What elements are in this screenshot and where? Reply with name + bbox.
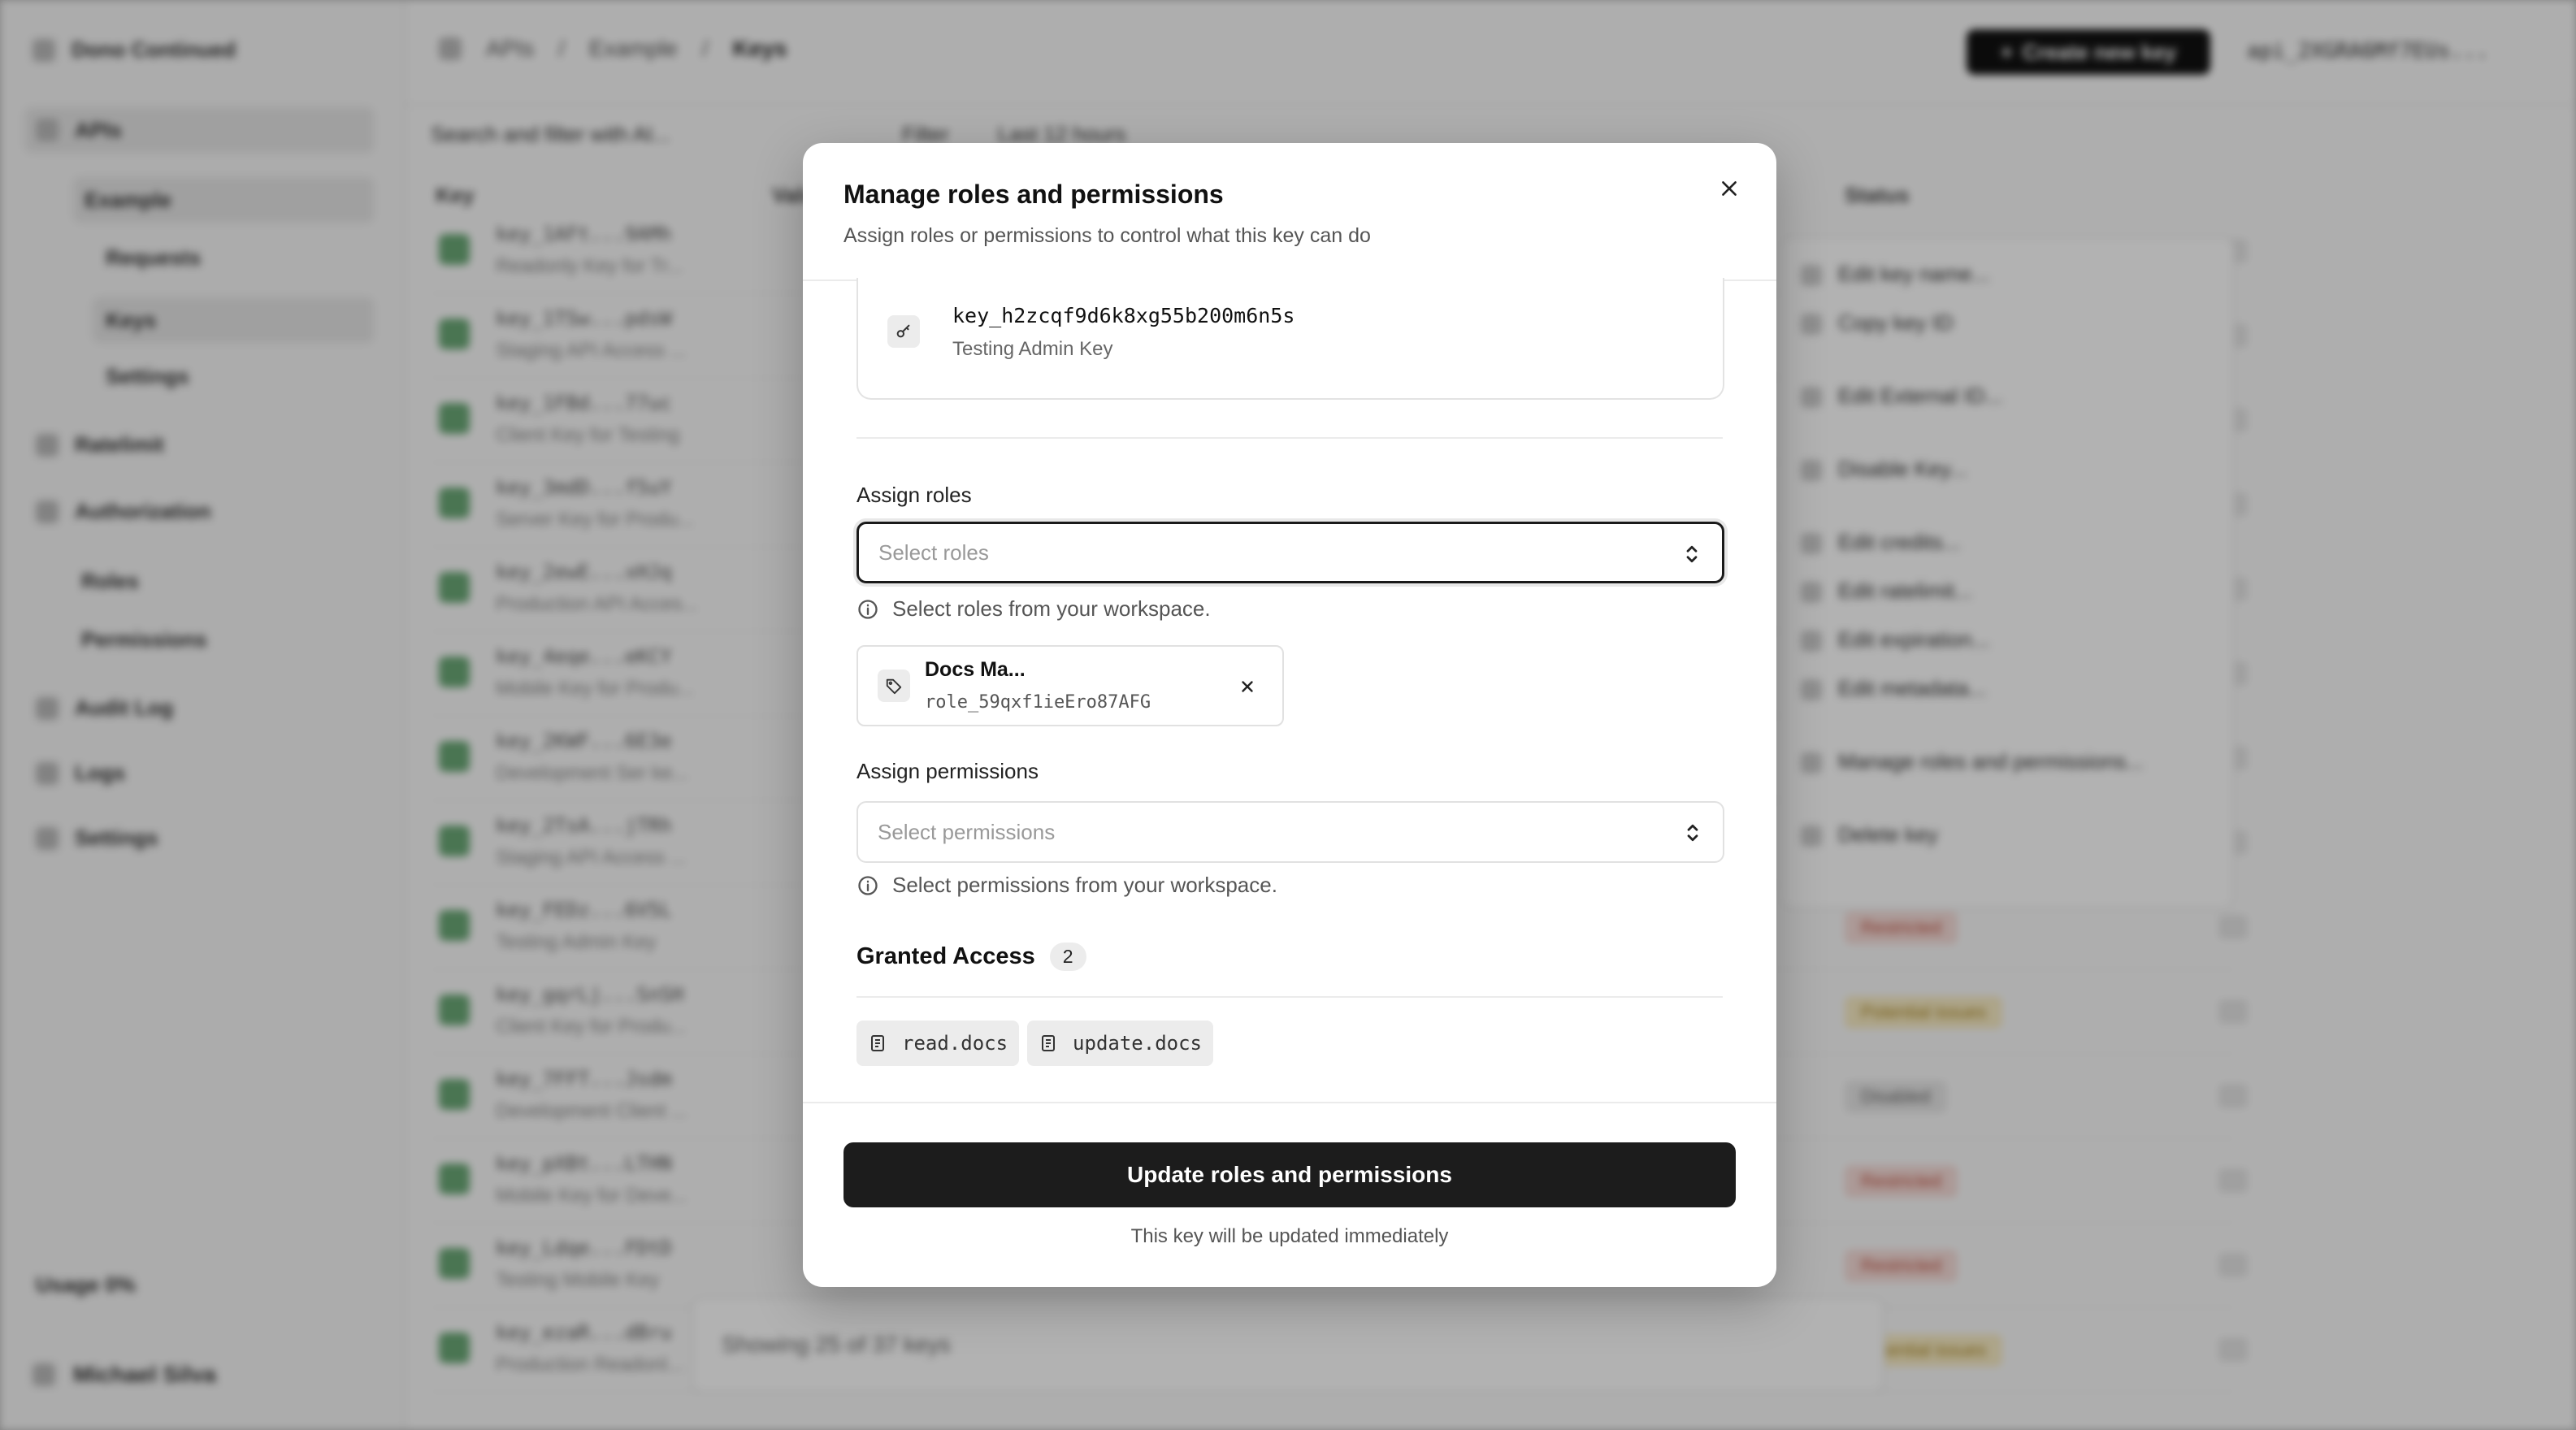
role-name: Docs Ma... (925, 658, 1026, 681)
chevron-up-down-icon (1687, 824, 1698, 842)
selected-role-chip: Docs Ma... role_59qxf1ieEro87AFG (856, 645, 1284, 726)
granted-permissions-list: read.docs update.docs (856, 1020, 1213, 1066)
granted-access-count: 2 (1049, 942, 1086, 971)
roles-select[interactable]: Select roles (856, 522, 1724, 583)
roles-select-placeholder: Select roles (878, 540, 989, 565)
granted-divider (856, 996, 1723, 998)
roles-hint: Select roles from your workspace. (856, 596, 1211, 622)
permission-chip: read.docs (856, 1020, 1020, 1066)
key-name: Testing Admin Key (952, 338, 1113, 360)
dialog-title: Manage roles and permissions (843, 180, 1224, 209)
update-footnote: This key will be updated immediately (1130, 1225, 1449, 1247)
permissions-select-placeholder: Select permissions (878, 819, 1056, 844)
dialog-footer: Update roles and permissions This key wi… (803, 1102, 1776, 1287)
dialog-subtitle: Assign roles or permissions to control w… (843, 224, 1371, 247)
permissions-hint: Select permissions from your workspace. (856, 873, 1277, 898)
key-id: key_h2zcqf9d6k8xg55b200m6n5s (952, 304, 1295, 327)
dialog-header: Manage roles and permissions Assign role… (803, 143, 1776, 281)
assign-roles-label: Assign roles (856, 483, 972, 507)
close-icon (1242, 681, 1253, 692)
section-divider (856, 437, 1723, 439)
manage-roles-dialog: Manage roles and permissions Assign role… (803, 143, 1776, 1287)
assign-permissions-label: Assign permissions (856, 759, 1039, 783)
close-button[interactable] (1711, 171, 1747, 206)
document-icon (1042, 1035, 1056, 1051)
info-icon (858, 599, 878, 619)
permission-chip: update.docs (1027, 1020, 1213, 1066)
granted-access-title: Granted Access (856, 943, 1035, 969)
remove-role-button[interactable] (1232, 671, 1263, 702)
key-summary-card: key_h2zcqf9d6k8xg55b200m6n5s Testing Adm… (856, 278, 1724, 400)
close-icon (1722, 181, 1737, 196)
info-icon (858, 875, 878, 895)
granted-access-header: Granted Access 2 (856, 942, 1086, 971)
key-icon (887, 315, 920, 348)
chevron-up-down-icon (1686, 545, 1698, 563)
update-roles-button[interactable]: Update roles and permissions (843, 1142, 1736, 1207)
tag-icon (878, 670, 910, 702)
role-id: role_59qxf1ieEro87AFG (925, 692, 1151, 713)
permissions-select[interactable]: Select permissions (856, 801, 1724, 863)
document-icon (871, 1035, 884, 1051)
